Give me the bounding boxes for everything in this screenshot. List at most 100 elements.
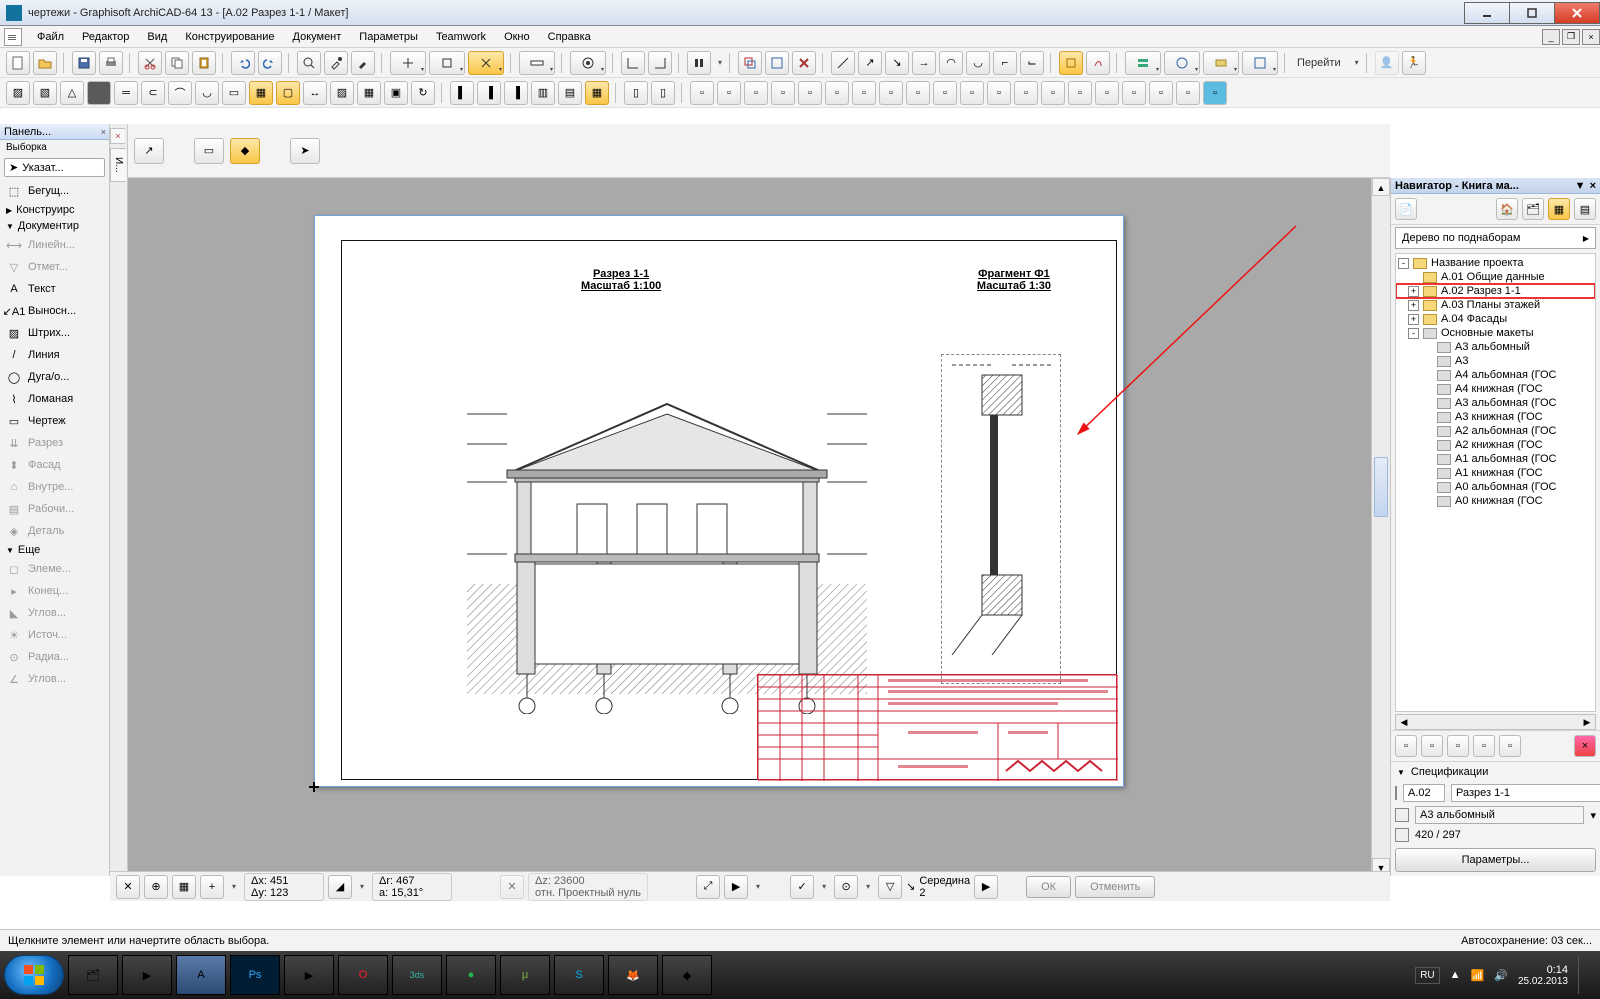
expand-icon[interactable]: + <box>1408 286 1419 297</box>
nav-new-folder[interactable]: ▫ <box>1421 735 1443 757</box>
dim-button[interactable]: ▾ <box>1242 51 1278 75</box>
t6[interactable]: ▫ <box>825 81 849 105</box>
task-video[interactable]: ▶ <box>284 955 334 995</box>
tray-network-icon[interactable]: 📶 <box>1471 969 1485 982</box>
maximize-button[interactable] <box>1509 2 1555 24</box>
guide-button[interactable] <box>621 51 645 75</box>
corner-btn-2[interactable]: ⌙ <box>1020 51 1044 75</box>
tree-item[interactable]: A3 альбомная (ГОС <box>1396 396 1595 410</box>
toolbox-section[interactable]: ▶Конструирс <box>0 202 109 218</box>
nav-layout-book-button[interactable]: 🗂 <box>1522 198 1544 220</box>
hatch2-tool[interactable]: ▧ <box>33 81 57 105</box>
hscroll-right-icon[interactable]: ▶ <box>1579 717 1595 728</box>
t7[interactable]: ▫ <box>852 81 876 105</box>
cut-button[interactable] <box>138 51 162 75</box>
trace-ref-button[interactable] <box>738 51 762 75</box>
mb-origin[interactable]: ⊕ <box>144 875 168 899</box>
tree-item[interactable]: A1 книжная (ГОС <box>1396 466 1595 480</box>
t9[interactable]: ▫ <box>906 81 930 105</box>
tree-item[interactable]: A2 книжная (ГОС <box>1396 438 1595 452</box>
lang-indicator[interactable]: RU <box>1415 967 1439 984</box>
grid-snap-button[interactable]: ▾ <box>468 51 504 75</box>
tool-line[interactable]: /Линия <box>0 344 109 366</box>
dropdown-icon[interactable]: ▾ <box>718 58 722 67</box>
mb-grid[interactable]: ▦ <box>172 875 196 899</box>
hatch-tool[interactable]: ▨ <box>6 81 30 105</box>
arc-tool[interactable]: ⊂ <box>141 81 165 105</box>
tree-item[interactable]: +A.02 Разрез 1-1 <box>1396 284 1595 298</box>
grid-tool[interactable]: ▦ <box>585 81 609 105</box>
mb-angle-icon[interactable]: ◢ <box>328 875 352 899</box>
arc-btn-2[interactable]: ◡ <box>966 51 990 75</box>
close-button[interactable] <box>1554 2 1600 24</box>
nav-view-map-button[interactable]: 🏠 <box>1496 198 1518 220</box>
tree-item[interactable]: A0 альбомная (ГОС <box>1396 480 1595 494</box>
expand-icon[interactable]: - <box>1398 258 1409 269</box>
arc3-tool[interactable]: ◡ <box>195 81 219 105</box>
t19[interactable]: ▫ <box>1176 81 1200 105</box>
doc-tab[interactable]: И... <box>110 148 126 182</box>
measure-btn-2[interactable]: ↗ <box>858 51 882 75</box>
undo-button[interactable] <box>231 51 255 75</box>
toolbox-section[interactable]: ▼Еще <box>0 542 109 558</box>
tree-item[interactable]: A4 альбомная (ГОС <box>1396 368 1595 382</box>
tool-arc[interactable]: ◯Дуга/о... <box>0 366 109 388</box>
slab-tool[interactable] <box>87 81 111 105</box>
menu-edit[interactable]: Редактор <box>73 28 138 46</box>
mb-dd5[interactable]: ▾ <box>866 882 870 891</box>
goto-label[interactable]: Перейти <box>1293 57 1345 69</box>
scroll-thumb[interactable] <box>1374 457 1388 517</box>
mb-dd2[interactable]: ▾ <box>360 882 364 891</box>
t17[interactable]: ▫ <box>1122 81 1146 105</box>
layer-button[interactable]: ▾ <box>1125 51 1161 75</box>
task-firefox[interactable]: 🦊 <box>608 955 658 995</box>
pointer-tool[interactable]: ➤ Указат... <box>4 158 105 177</box>
diag-tool[interactable]: ▨ <box>330 81 354 105</box>
nav-organizer-button[interactable]: ▤ <box>1574 198 1596 220</box>
t5[interactable]: ▫ <box>798 81 822 105</box>
menu-help[interactable]: Справка <box>539 28 600 46</box>
col1[interactable]: ▯ <box>624 81 648 105</box>
tool-hatch[interactable]: ▨Штрих... <box>0 322 109 344</box>
open-button[interactable] <box>33 51 57 75</box>
layout-code-input[interactable] <box>1403 784 1445 802</box>
guide-2-button[interactable] <box>648 51 672 75</box>
filter-button[interactable]: ▾ <box>1203 51 1239 75</box>
menu-window[interactable]: Окно <box>495 28 539 46</box>
tree-item[interactable]: -Основные макеты <box>1396 326 1595 340</box>
mb-gravity[interactable]: ▽ <box>878 875 902 899</box>
extrude-tool[interactable]: ↔ <box>303 81 327 105</box>
page-handle[interactable] <box>309 782 319 792</box>
window-tool[interactable]: ▣ <box>384 81 408 105</box>
suspend-button[interactable] <box>687 51 711 75</box>
redo-button[interactable] <box>258 51 282 75</box>
task-spotify[interactable]: ● <box>446 955 496 995</box>
t10[interactable]: ▫ <box>933 81 957 105</box>
tray-sound-icon[interactable]: 🔊 <box>1494 969 1508 982</box>
tree-item[interactable]: A3 <box>1396 354 1595 368</box>
offset-button[interactable]: ▾ <box>570 51 606 75</box>
mb-check[interactable]: ✓ <box>790 875 814 899</box>
t4[interactable]: ▫ <box>771 81 795 105</box>
tool-text[interactable]: AТекст <box>0 278 109 300</box>
opt-cursor[interactable]: ➤ <box>290 138 320 164</box>
tree-item[interactable]: A.01 Общие данные <box>1396 270 1595 284</box>
paste-button[interactable] <box>192 51 216 75</box>
measure-btn-4[interactable]: → <box>912 51 936 75</box>
t3[interactable]: ▫ <box>744 81 768 105</box>
menu-design[interactable]: Конструирование <box>176 28 283 46</box>
layout-name-input[interactable] <box>1451 784 1600 802</box>
t18[interactable]: ▫ <box>1149 81 1173 105</box>
t13[interactable]: ▫ <box>1014 81 1038 105</box>
measure-btn-3[interactable]: ↘ <box>885 51 909 75</box>
nav-close-icon[interactable]: × <box>1590 180 1596 192</box>
task-explorer[interactable]: 🗂 <box>68 955 118 995</box>
trace-button[interactable] <box>765 51 789 75</box>
nav-new-view[interactable]: ▫ <box>1395 735 1417 757</box>
spec-header[interactable]: ▼ Спецификации <box>1391 761 1600 782</box>
view-3d-button[interactable] <box>1059 51 1083 75</box>
inject-button[interactable] <box>351 51 375 75</box>
roof-tool[interactable]: ═ <box>114 81 138 105</box>
master-dropdown-icon[interactable]: ▾ <box>1590 809 1596 822</box>
fence-tool[interactable]: ▦ <box>357 81 381 105</box>
